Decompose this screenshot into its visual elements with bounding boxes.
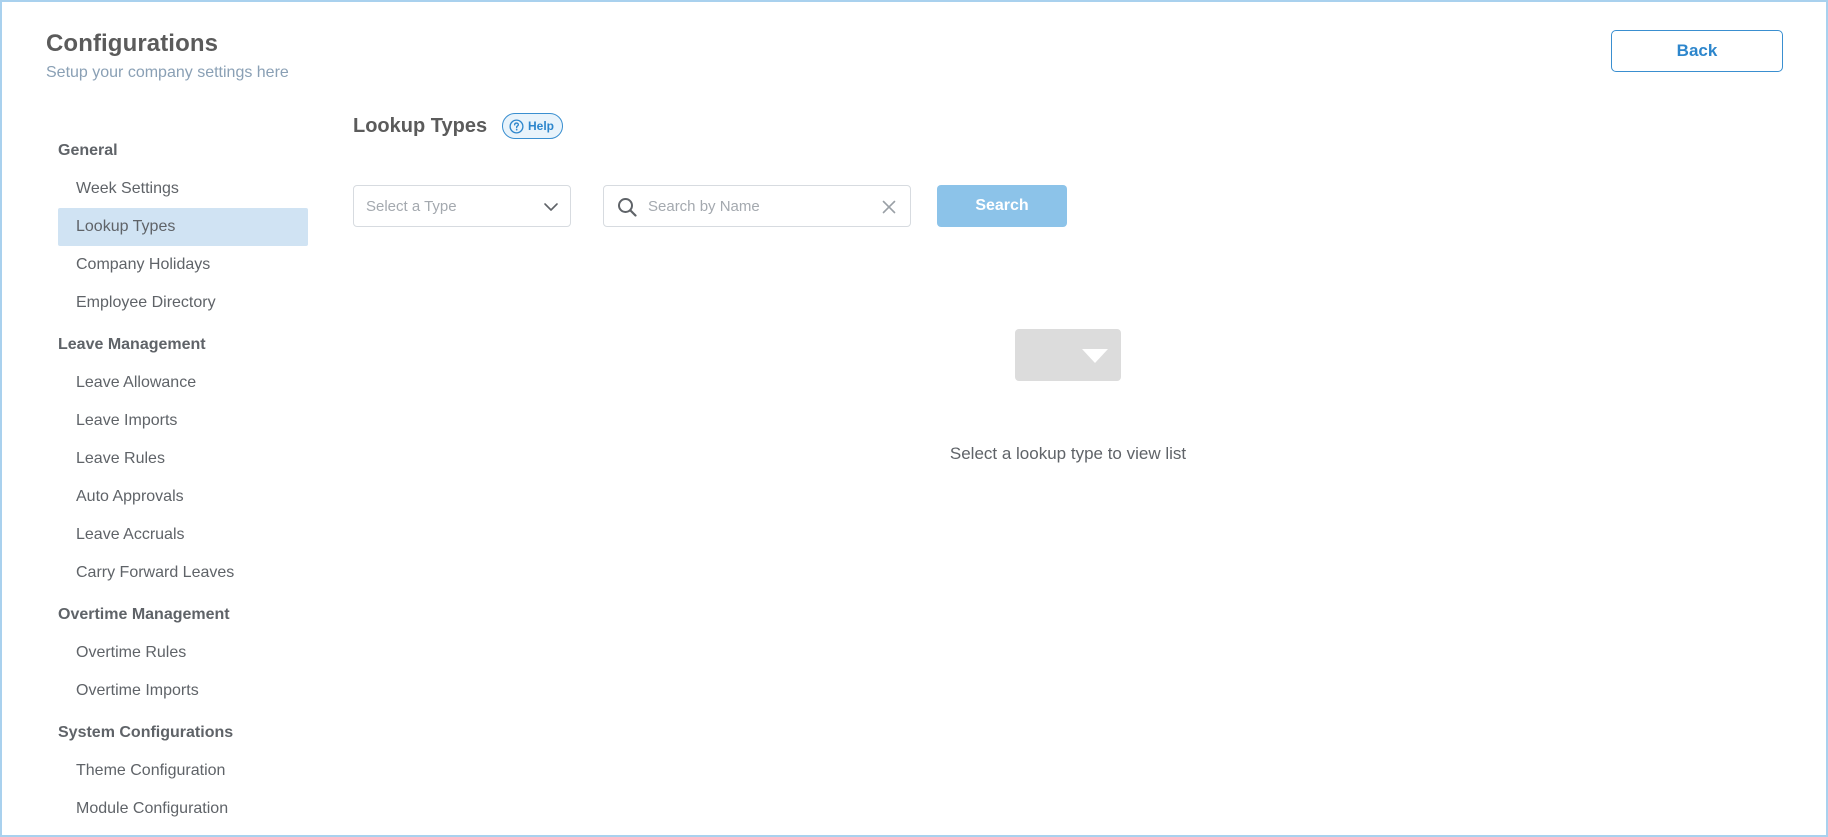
help-label: Help: [528, 119, 555, 133]
sidebar-item-lookup-types[interactable]: Lookup Types: [58, 208, 308, 246]
sidebar-section-general: General: [58, 142, 118, 159]
app-frame: Configurations Setup your company settin…: [0, 0, 1828, 837]
search-input[interactable]: [648, 192, 868, 220]
question-circle-icon: [509, 118, 524, 134]
sidebar-item-overtime-imports[interactable]: Overtime Imports: [58, 672, 308, 710]
sidebar-item-company-holidays[interactable]: Company Holidays: [58, 246, 308, 284]
sidebar-section-overtime-management: Overtime Management: [58, 606, 230, 623]
sidebar-item-week-settings[interactable]: Week Settings: [58, 170, 308, 208]
sidebar-section-leave-management: Leave Management: [58, 336, 206, 353]
empty-dropdown-arrow: [1082, 349, 1108, 363]
type-select[interactable]: Select a Type: [353, 185, 571, 227]
sidebar-item-auto-approvals[interactable]: Auto Approvals: [58, 478, 308, 516]
sidebar-item-leave-allowance[interactable]: Leave Allowance: [58, 364, 308, 402]
sidebar: General Week Settings Lookup Types Compa…: [58, 132, 308, 828]
sidebar-item-leave-imports[interactable]: Leave Imports: [58, 402, 308, 440]
empty-dropdown-icon: [1015, 329, 1121, 381]
sidebar-item-overtime-rules[interactable]: Overtime Rules: [58, 634, 308, 672]
help-button[interactable]: Help: [502, 113, 564, 139]
search-icon: [616, 196, 638, 218]
close-icon[interactable]: [880, 198, 898, 216]
chevron-down-icon: [542, 198, 560, 216]
search-button[interactable]: Search: [937, 185, 1067, 227]
page-title: Configurations: [46, 30, 219, 57]
main-title: Lookup Types: [353, 115, 488, 137]
back-button[interactable]: Back: [1611, 30, 1783, 72]
page-subtitle: Setup your company settings here: [46, 64, 289, 81]
sidebar-item-leave-rules[interactable]: Leave Rules: [58, 440, 308, 478]
type-select-placeholder: Select a Type: [366, 197, 457, 215]
sidebar-item-leave-accruals[interactable]: Leave Accruals: [58, 516, 308, 554]
sidebar-section-system-configurations: System Configurations: [58, 724, 234, 741]
sidebar-item-carry-forward-leaves[interactable]: Carry Forward Leaves: [58, 554, 308, 592]
sidebar-item-employee-directory[interactable]: Employee Directory: [58, 284, 308, 322]
search-box: [603, 185, 911, 227]
sidebar-item-theme-configuration[interactable]: Theme Configuration: [58, 752, 308, 790]
empty-state-message: Select a lookup type to view list: [949, 444, 1187, 463]
sidebar-item-module-configuration[interactable]: Module Configuration: [58, 790, 308, 828]
